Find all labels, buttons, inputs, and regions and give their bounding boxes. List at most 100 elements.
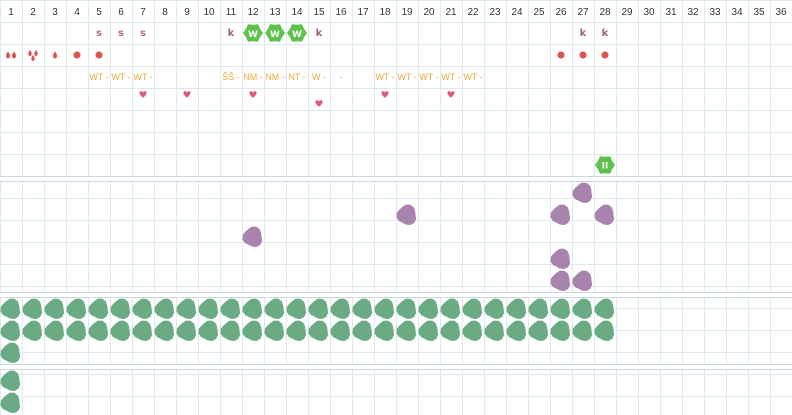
sage-mark [594,298,615,320]
day-number: 28 [599,7,611,18]
sage-mark [198,298,219,320]
double-drop-icon [6,51,10,59]
code-mark: NM - [265,72,285,82]
day-number: 2 [30,7,36,18]
day-number: 31 [665,7,677,18]
sage-mark [44,298,65,320]
day-number: 13 [269,7,281,18]
dot-icon [73,51,81,59]
day-number: 5 [96,7,102,18]
sage-mark [440,298,461,320]
sage-mark [22,320,43,342]
sage-mark [154,320,175,342]
day-number: 10 [203,7,215,18]
sage-mark [462,320,483,342]
sage-mark [330,298,351,320]
day-number: 27 [577,7,589,18]
sage-mark [22,298,43,320]
sage-mark [506,320,527,342]
day-number: 35 [753,7,765,18]
day-number: 9 [184,7,190,18]
day-number: 25 [533,7,545,18]
sage-mark [550,320,571,342]
cell-grid [0,0,792,415]
w-badge-label: W [292,30,302,40]
code-mark: NM - [243,72,263,82]
sage-mark [506,298,527,320]
sage-mark [176,298,197,320]
dot-icon [601,51,609,59]
day-number: 29 [621,7,633,18]
purple-mark [550,204,571,226]
letter-mark: s [118,28,124,39]
sage-mark [220,298,241,320]
sage-mark [0,342,21,364]
sage-mark [484,320,505,342]
day-number: 19 [401,7,413,18]
day-number: 32 [687,7,699,18]
code-mark: WT - [397,72,416,82]
heart-icon [381,91,389,98]
sage-mark [352,320,373,342]
sage-mark [550,298,571,320]
heart-icon [139,91,147,98]
sage-mark [374,298,395,320]
day-number: 15 [313,7,325,18]
code-mark: ŠŠ - [222,72,240,82]
purple-mark [572,270,593,292]
sage-mark [264,298,285,320]
day-number: 34 [731,7,743,18]
purple-mark [594,204,615,226]
day-number: 26 [555,7,567,18]
sage-mark [176,320,197,342]
day-number: 6 [118,7,124,18]
sage-mark [528,320,549,342]
day-number: 33 [709,7,721,18]
sage-mark [220,320,241,342]
sage-mark [286,320,307,342]
sage-mark [594,320,615,342]
day-number: 16 [335,7,347,18]
sage-mark [418,298,439,320]
purple-mark [396,204,417,226]
day-number: 21 [445,7,457,18]
sage-mark [462,298,483,320]
sage-mark [110,320,131,342]
sage-mark [132,320,153,342]
dot-icon [95,51,103,59]
sage-mark [242,298,263,320]
sage-mark [0,298,21,320]
letter-mark: k [602,28,609,39]
sage-mark [242,320,263,342]
day-number: 8 [162,7,168,18]
letter-mark: k [228,28,235,39]
day-number: 24 [511,7,523,18]
sage-mark [44,320,65,342]
day-number: 17 [357,7,369,18]
day-number: 3 [52,7,58,18]
day-number: 22 [467,7,479,18]
sage-mark [572,320,593,342]
day-number: 11 [226,7,237,18]
double-drop-icon [12,51,16,59]
sage-mark [528,298,549,320]
code-mark: WT - [133,72,152,82]
day-number: 4 [74,7,80,18]
day-number: 36 [775,7,787,18]
purple-mark [572,182,593,204]
purple-mark [550,248,571,270]
day-number: 23 [489,7,501,18]
letter-mark: k [316,28,323,39]
heart-icon [315,100,323,107]
sage-mark [88,320,109,342]
sage-mark [396,298,417,320]
day-number: 7 [140,7,146,18]
heart-icon [183,91,191,98]
code-mark: WT - [441,72,460,82]
code-mark: NT - [288,72,305,82]
day-number: 30 [643,7,655,18]
code-mark: WT - [111,72,130,82]
triple-drop-icon [34,50,38,56]
day-number: 20 [423,7,435,18]
code-mark: WT - [375,72,394,82]
